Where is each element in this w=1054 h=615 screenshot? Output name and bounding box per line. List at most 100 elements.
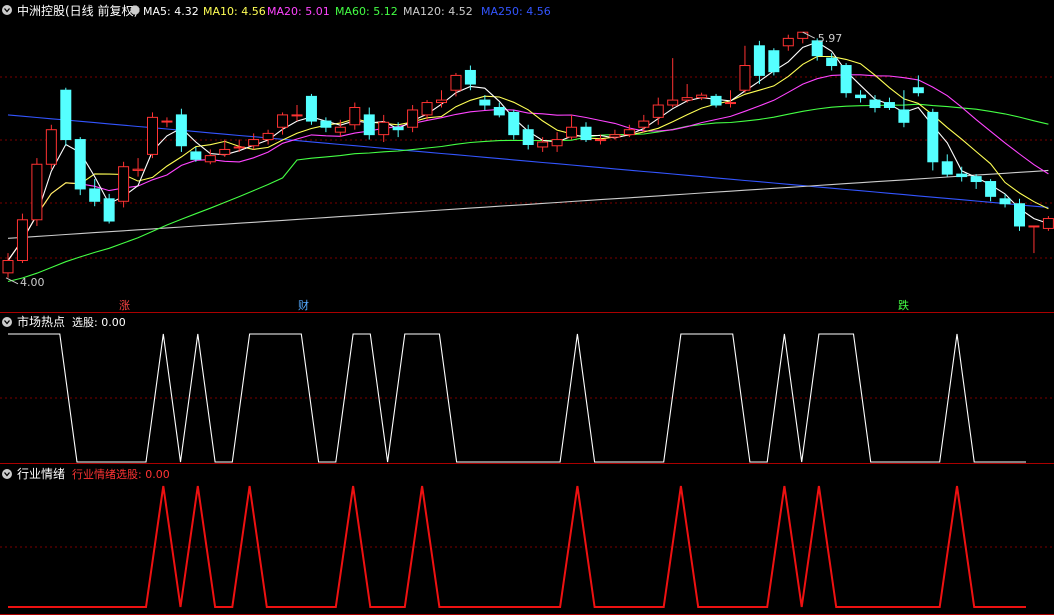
candlestick[interactable] [710,93,722,108]
candle-body [291,114,303,117]
candlestick[interactable] [291,105,303,122]
candle-body [652,104,664,118]
candle-body [883,102,895,108]
candlestick[interactable] [1028,225,1040,254]
candlestick[interactable] [840,63,852,98]
candle-body [74,139,86,190]
candlestick[interactable] [378,114,390,143]
candle-body [1028,225,1040,228]
collapse-icon[interactable] [2,469,12,479]
candle-body [768,50,780,73]
collapse-icon[interactable] [2,5,12,15]
candlestick[interactable] [855,90,867,103]
candle-body [667,99,679,106]
candle-body [161,120,173,123]
candlestick[interactable] [103,193,115,224]
candle-body [681,97,693,101]
candlestick[interactable] [927,108,939,171]
candlestick[interactable] [609,129,621,140]
candlestick[interactable] [956,166,968,182]
candlestick[interactable] [768,48,780,76]
high-label: 5.97 [818,32,843,45]
candlestick[interactable] [436,90,447,108]
candlestick[interactable] [999,193,1011,208]
candlestick[interactable] [667,58,679,108]
legend-ma5: MA5: 4.32 [143,5,199,18]
candlestick[interactable] [739,45,751,93]
candle-body [132,168,144,171]
marker-fall: 跌 [898,298,909,312]
candlestick[interactable] [305,93,317,125]
candle-body [797,31,809,39]
candlestick[interactable] [566,114,578,140]
candle-body [782,37,794,47]
candlestick[interactable] [45,124,57,170]
candlestick[interactable] [580,122,592,143]
legend-ma10: MA10: 4.56 [203,5,266,18]
candle-body [219,148,231,155]
candle-body [378,121,390,136]
candle-body [1014,203,1025,227]
candlestick[interactable] [74,137,86,196]
candle-body [696,94,708,99]
candle-body [638,120,650,128]
candlestick[interactable] [60,87,72,146]
candlestick[interactable] [147,112,158,159]
candle-body [392,126,404,131]
candlestick[interactable] [262,129,274,145]
candlestick[interactable] [204,149,216,165]
candlestick[interactable] [696,92,708,101]
candlestick[interactable] [407,105,419,133]
candlestick[interactable] [869,95,881,113]
candlestick[interactable] [31,158,43,226]
candlestick[interactable] [753,40,765,85]
collapse-icon[interactable] [2,317,12,327]
candle-body [609,134,621,138]
marker-finance: 财 [298,298,309,312]
candlestick[interactable] [118,161,130,208]
legend-ma20: MA20: 5.01 [267,5,330,18]
candlestick[interactable] [551,132,563,152]
candle-body [710,95,722,106]
settings-icon[interactable] [130,5,140,15]
candle-body [421,102,433,116]
candle-body [508,111,520,136]
stock-chart[interactable]: 5.97 4.00 涨 财 跌 中洲控股(日线 前复权) MA5: 4.32 MA10: 4.… [0,0,1054,615]
candle-body [493,106,505,116]
candlestick[interactable] [1042,216,1054,231]
candle-body [190,151,202,160]
candle-body [725,102,736,105]
candle-body [869,99,881,108]
candlestick[interactable] [16,213,28,263]
candle-body [2,260,14,274]
candlestick[interactable] [421,100,433,120]
chart-title: 中洲控股(日线 前复权) [17,3,138,18]
candle-body [537,141,549,148]
candlestick[interactable] [132,158,144,177]
candlestick[interactable] [349,102,361,130]
candle-body [927,111,939,163]
panel2-label: 选股: 0.00 [72,316,126,329]
candlestick[interactable] [883,97,895,110]
panel2-title: 市场热点 [17,314,65,329]
candlestick[interactable] [175,108,187,152]
candlestick[interactable] [941,154,953,177]
candle-body [175,114,187,147]
candlestick[interactable] [363,107,375,140]
candlestick[interactable] [1014,198,1025,231]
candle-body [522,129,534,146]
candlestick[interactable] [537,137,549,152]
candlestick[interactable] [912,75,924,97]
candlestick[interactable] [985,179,997,202]
candle-body [277,114,289,128]
candlestick[interactable] [970,174,982,189]
candle-body [320,120,332,128]
candlestick[interactable] [508,109,520,140]
candlestick[interactable] [782,34,794,51]
candlestick[interactable] [161,117,173,128]
candlestick[interactable] [681,84,693,103]
candle-body [956,173,968,178]
candlestick[interactable] [2,253,14,278]
candle-body [855,94,867,99]
candlestick[interactable] [450,72,462,97]
